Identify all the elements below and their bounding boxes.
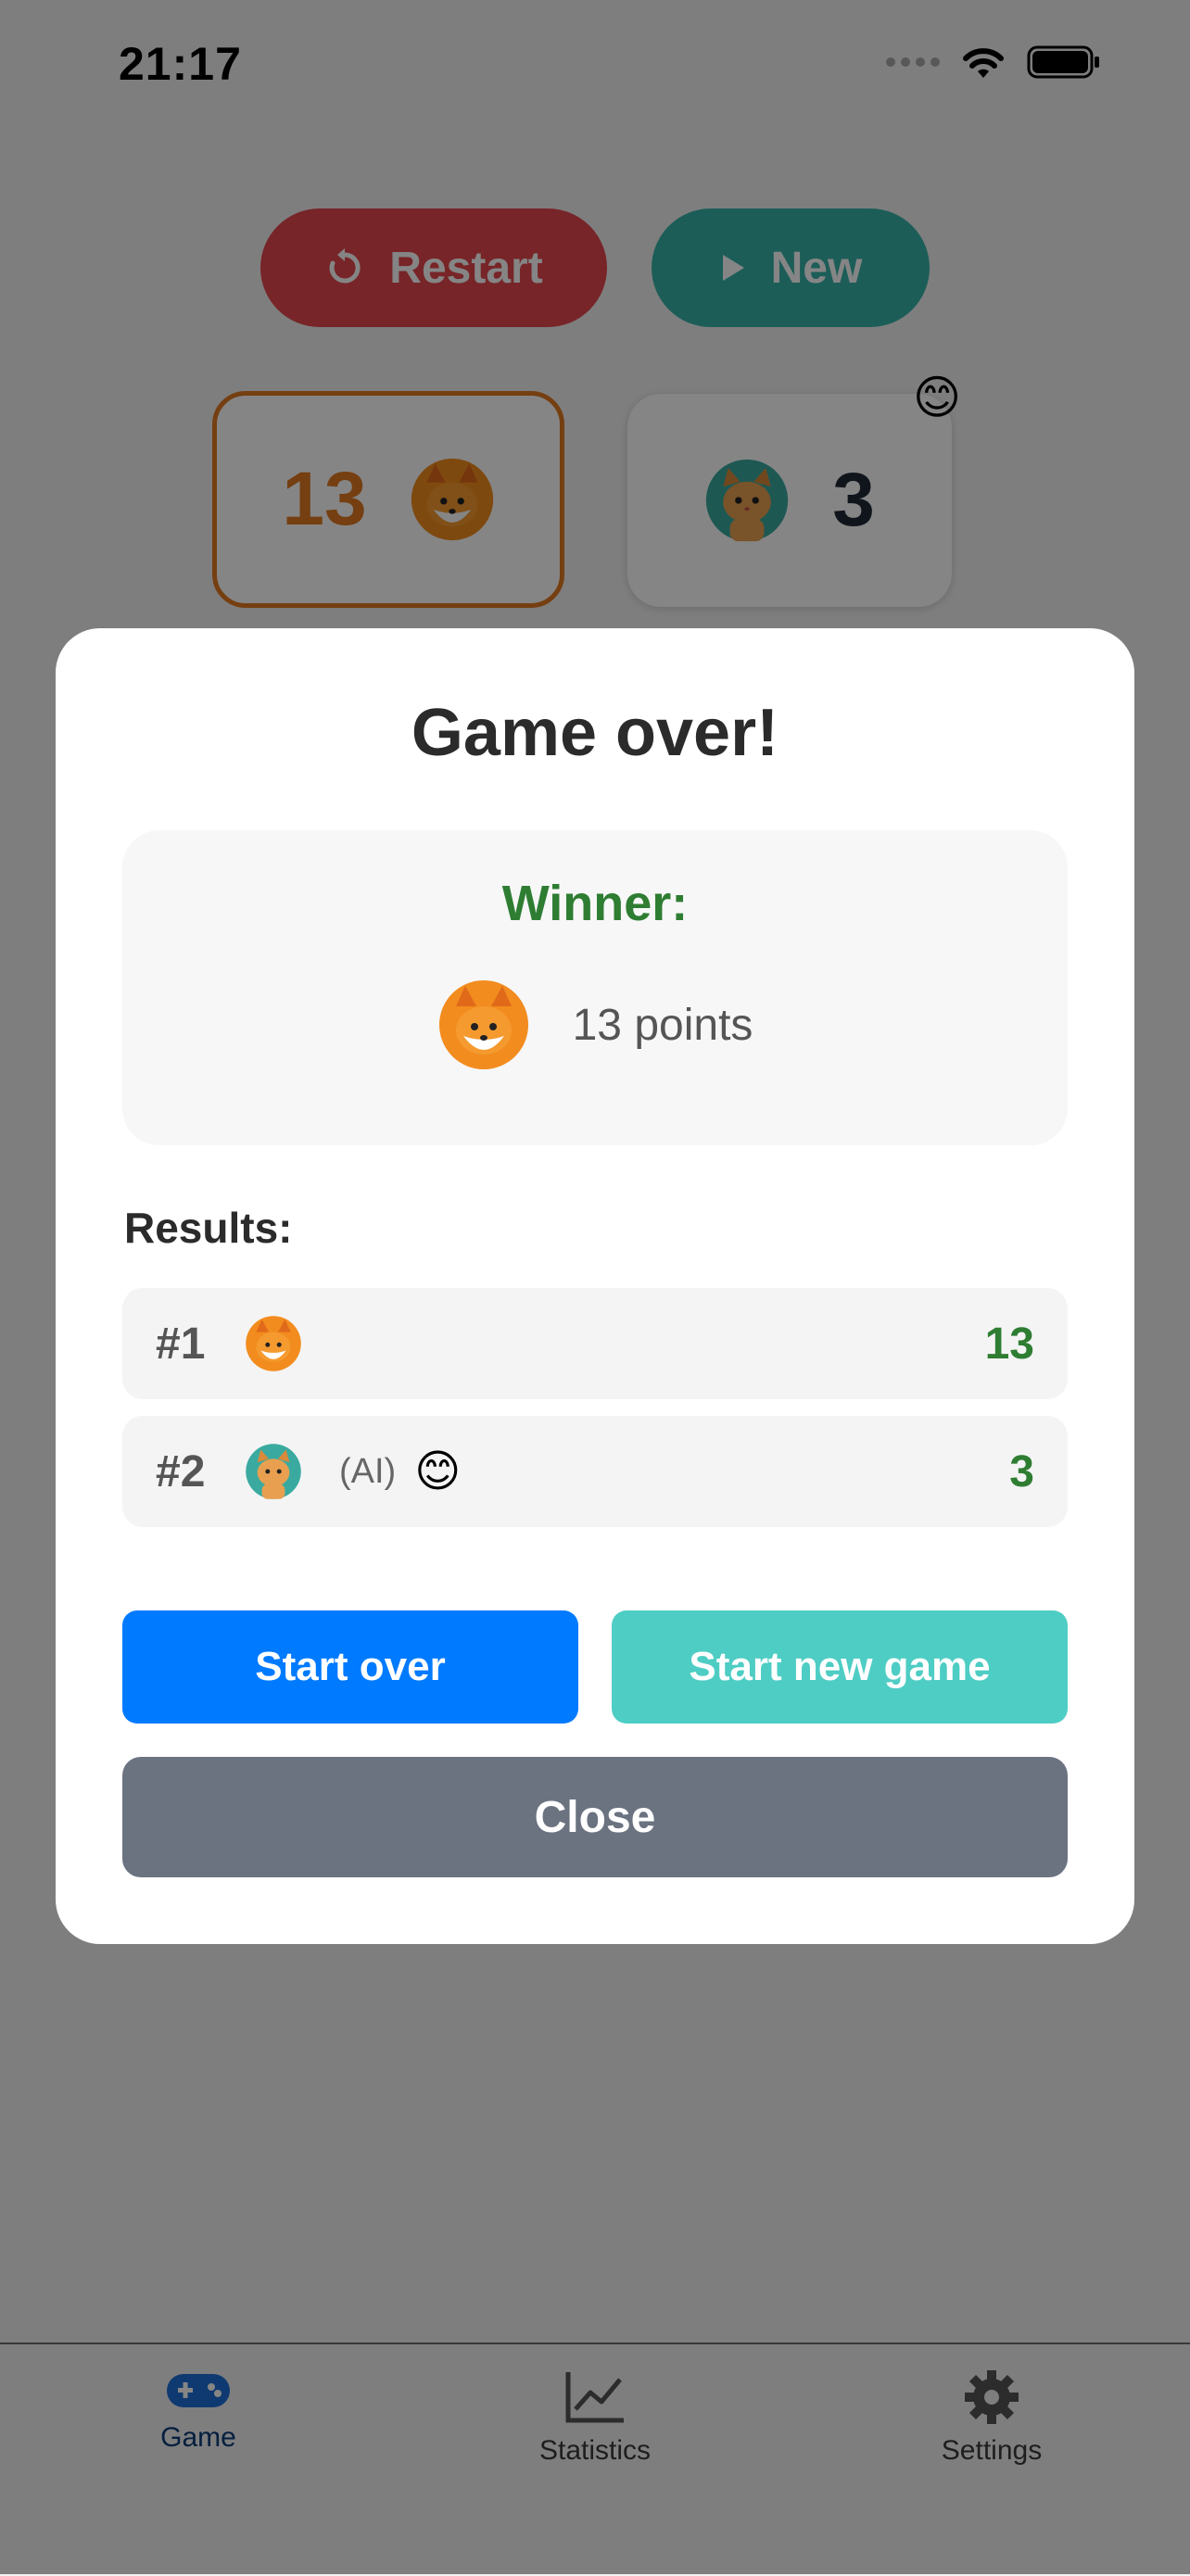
result-score: 3 [1009, 1446, 1034, 1496]
winner-label: Winner: [501, 876, 689, 931]
result-row: #1 13 [122, 1288, 1068, 1399]
winner-panel: Winner: 13 points [122, 830, 1068, 1145]
fox-avatar-icon [245, 1315, 302, 1372]
mood-emoji: 😊 [414, 1447, 462, 1496]
game-over-dialog: Game over! Winner: 13 points Results: #1 [56, 628, 1134, 1944]
winner-row: 13 points [122, 979, 1068, 1071]
result-rank: #2 [156, 1446, 206, 1496]
result-row: #2 (AI) 😊 3 [122, 1416, 1068, 1527]
cat-avatar-icon [245, 1443, 302, 1500]
ai-tag: (AI) [339, 1451, 397, 1491]
dialog-title: Game over! [411, 696, 779, 770]
close-button[interactable]: Close [122, 1757, 1068, 1877]
result-score: 13 [984, 1319, 1034, 1369]
results-label: Results: [124, 1204, 293, 1252]
fox-avatar-icon [437, 979, 530, 1071]
start-new-game-button[interactable]: Start new game [612, 1610, 1068, 1724]
winner-points: 13 points [572, 1000, 753, 1050]
start-over-button[interactable]: Start over [122, 1610, 578, 1724]
result-rank: #1 [156, 1319, 206, 1369]
